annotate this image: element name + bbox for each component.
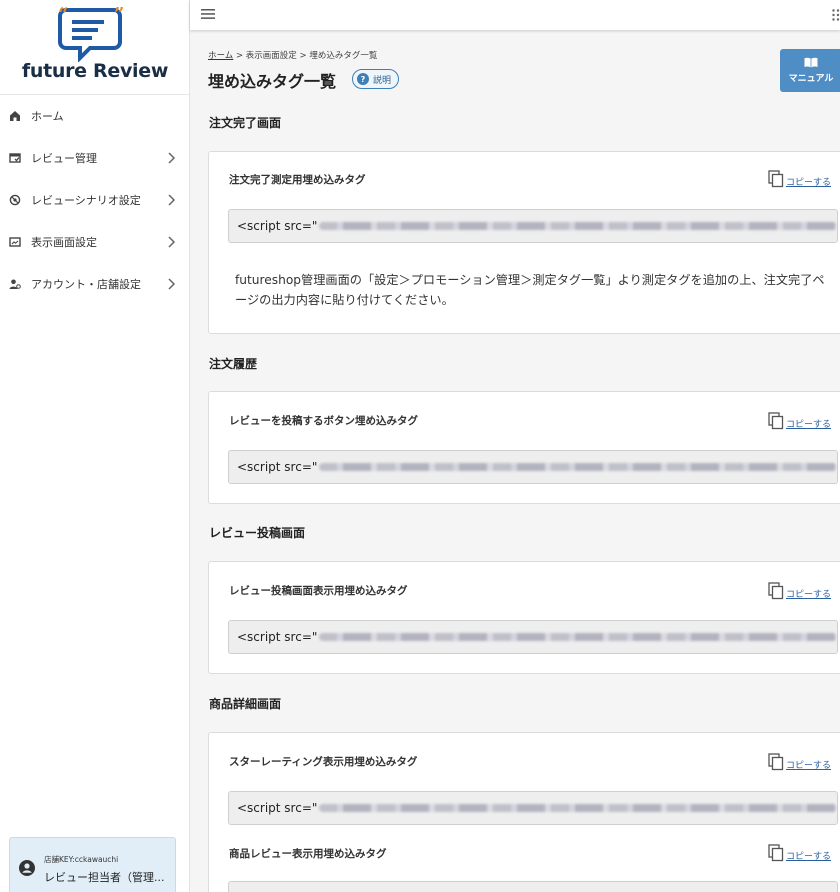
logo-mark-icon: “ ” (58, 6, 124, 62)
redacted-code (319, 463, 837, 471)
section-title: レビュー投稿画面 (209, 526, 306, 540)
copy-label: コピーする (786, 178, 832, 188)
tag-card: 注文完了測定用埋め込みタグ コピーする <script src=" future… (208, 151, 840, 334)
code-prefix: <script src=" (237, 460, 318, 474)
scenario-icon (8, 193, 22, 207)
page-title: 埋め込みタグ一覧 (208, 72, 337, 91)
tag-card: スターレーティング表示用埋め込みタグ コピーする <script src=" 商… (208, 732, 840, 892)
home-icon (8, 109, 22, 123)
chevron-right-icon (168, 278, 176, 290)
tag-label: レビュー投稿画面表示用埋め込みタグ (229, 585, 408, 597)
copy-icon (768, 412, 784, 430)
sidebar-item-review-manage[interactable]: レビュー管理 (0, 137, 189, 179)
embed-code-field[interactable] (228, 881, 838, 892)
copy-button[interactable]: コピーする (768, 582, 831, 600)
apps-grid-icon[interactable] (832, 9, 840, 21)
sidebar-item-review-scenario[interactable]: レビューシナリオ設定 (0, 179, 189, 221)
user-name: レビュー担当者（管理... (44, 871, 165, 884)
copy-icon (768, 844, 784, 862)
chevron-right-icon (168, 236, 176, 248)
tag-card: レビュー投稿画面表示用埋め込みタグ コピーする <script src=" (208, 561, 840, 674)
embed-code-field[interactable]: <script src=" (228, 791, 838, 825)
embed-code-field[interactable]: <script src=" (228, 209, 838, 243)
copy-button[interactable]: コピーする (768, 844, 831, 862)
redacted-code (319, 633, 837, 641)
instruction-note: futureshop管理画面の「設定＞プロモーション管理＞測定タグ一覧」より測定… (235, 273, 825, 307)
sidebar-item-display-settings[interactable]: 表示画面設定 (0, 221, 189, 263)
embed-code-field[interactable]: <script src=" (228, 620, 838, 654)
copy-label: コピーする (786, 590, 832, 600)
sidebar-item-account-settings[interactable]: アカウント・店舗設定 (0, 263, 189, 305)
section-title: 商品詳細画面 (209, 697, 282, 711)
sidebar-item-label: 表示画面設定 (31, 236, 97, 249)
breadcrumb-home-link[interactable]: ホーム (208, 51, 233, 61)
tag-label: レビューを投稿するボタン埋め込みタグ (229, 415, 418, 427)
review-manage-icon (8, 151, 22, 165)
code-prefix: <script src=" (237, 801, 318, 815)
app-logo[interactable]: “ ” future Review (0, 0, 189, 95)
breadcrumb-separator: > (299, 51, 307, 61)
chevron-right-icon (168, 194, 176, 206)
chevron-right-icon (168, 152, 176, 164)
copy-icon (768, 753, 784, 771)
menu-icon[interactable] (201, 8, 215, 20)
breadcrumb-parent: 表示画面設定 (245, 51, 297, 61)
tag-label: 注文完了測定用埋め込みタグ (229, 174, 366, 186)
copy-label: コピーする (786, 852, 832, 862)
sidebar-item-home[interactable]: ホーム (0, 95, 189, 137)
account-icon (8, 277, 22, 291)
book-icon (804, 57, 818, 68)
copy-label: コピーする (786, 420, 832, 430)
main-content: ホーム > 表示画面設定 > 埋め込みタグ一覧 埋め込みタグ一覧 ? 説明 マニ… (190, 30, 840, 892)
topbar (190, 0, 840, 30)
store-key: 店舗KEY:cckawauchi (44, 855, 119, 864)
sidebar-item-label: アカウント・店舗設定 (31, 278, 141, 291)
manual-button-label: マニュアル (788, 74, 834, 84)
sidebar: “ ” future Review ホーム レビュー管理 レビューシナリオ設定 (0, 0, 190, 892)
copy-button[interactable]: コピーする (768, 412, 831, 430)
code-prefix: <script src=" (237, 219, 318, 233)
app-name: future Review (21, 60, 169, 82)
copy-icon (768, 582, 784, 600)
user-avatar-icon (19, 860, 35, 876)
display-icon (8, 235, 22, 249)
sidebar-nav: ホーム レビュー管理 レビューシナリオ設定 表示画面設定 アカウント・店舗設定 (0, 95, 189, 305)
redacted-code (319, 804, 837, 812)
copy-label: コピーする (786, 761, 832, 771)
user-info[interactable]: 店舗KEY:cckawauchi レビュー担当者（管理... (9, 837, 176, 892)
manual-button[interactable]: マニュアル (780, 49, 840, 92)
tag-label: 商品レビュー表示用埋め込みタグ (229, 848, 387, 860)
sidebar-item-label: レビューシナリオ設定 (31, 194, 141, 207)
tag-label: スターレーティング表示用埋め込みタグ (229, 756, 418, 768)
breadcrumb-separator: > (235, 51, 244, 61)
section-title: 注文完了画面 (209, 116, 282, 130)
svg-text:”: ” (114, 6, 124, 25)
help-button-label: 説明 (373, 75, 392, 86)
copy-button[interactable]: コピーする (768, 170, 831, 188)
breadcrumb-current: 埋め込みタグ一覧 (309, 51, 378, 61)
sidebar-item-label: レビュー管理 (31, 152, 97, 165)
copy-icon (768, 170, 784, 188)
help-button[interactable]: ? 説明 (352, 69, 400, 89)
svg-text:“: “ (58, 6, 68, 25)
code-prefix: <script src=" (237, 630, 318, 644)
copy-button[interactable]: コピーする (768, 753, 831, 771)
embed-code-field[interactable]: <script src=" (228, 450, 838, 484)
question-icon: ? (357, 73, 369, 85)
section-title: 注文履歴 (209, 357, 258, 371)
sidebar-item-label: ホーム (31, 110, 64, 123)
redacted-code (319, 222, 837, 230)
tag-card: レビューを投稿するボタン埋め込みタグ コピーする <script src=" (208, 391, 840, 504)
breadcrumb: ホーム > 表示画面設定 > 埋め込みタグ一覧 (208, 49, 377, 61)
